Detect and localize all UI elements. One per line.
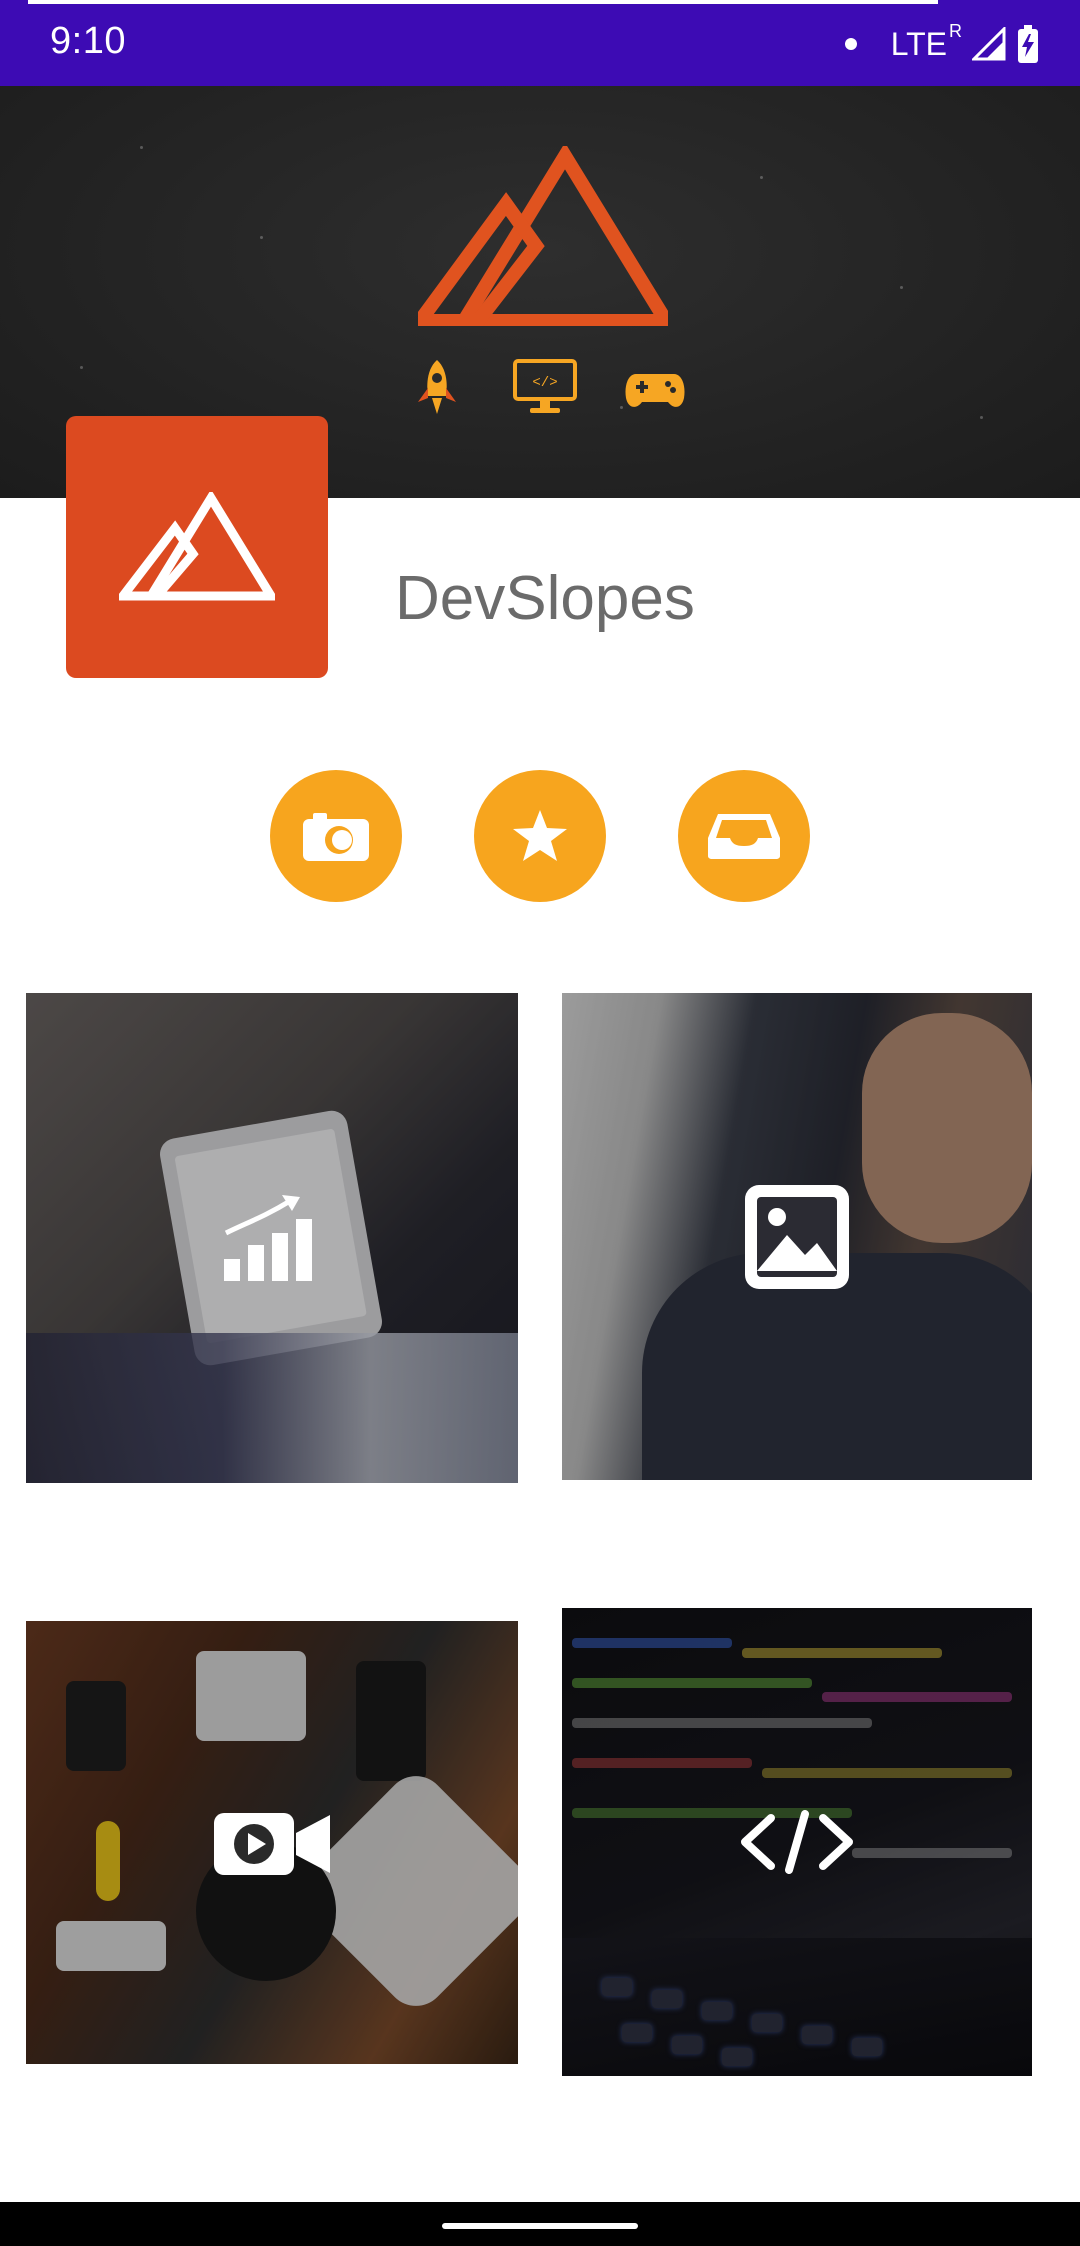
code-monitor-icon: </> <box>513 359 577 413</box>
svg-text:</>: </> <box>532 375 557 391</box>
inbox-icon <box>708 814 780 859</box>
signal-icon <box>972 27 1006 61</box>
camera-icon <box>303 813 369 861</box>
mountain-logo-icon <box>119 492 275 601</box>
video-camera-icon <box>214 1812 330 1875</box>
rocket-icon <box>418 360 456 414</box>
status-icons: LTE R <box>844 21 1040 66</box>
notification-dot-icon <box>844 38 857 50</box>
network-type: LTE <box>890 25 947 62</box>
inbox-button[interactable] <box>678 770 810 902</box>
bar-chart-icon <box>224 1195 312 1281</box>
roaming-indicator: R <box>949 20 962 41</box>
tile-video[interactable] <box>26 1621 518 2064</box>
tile-code[interactable] <box>562 1608 1032 2076</box>
tile-analytics[interactable] <box>26 993 518 1483</box>
network-label: LTE R <box>890 21 962 63</box>
avatar[interactable] <box>66 416 328 678</box>
profile-name: DevSlopes <box>395 564 695 633</box>
home-gesture-handle[interactable] <box>442 2223 638 2229</box>
code-icon <box>741 1810 853 1874</box>
favorite-button[interactable] <box>474 770 606 902</box>
status-time: 9:10 <box>50 20 126 62</box>
battery-charging-icon <box>1018 25 1038 63</box>
tile-gallery[interactable] <box>562 993 1032 1480</box>
image-icon <box>745 1184 849 1289</box>
star-icon <box>513 810 567 861</box>
status-bar: 9:10 LTE R <box>0 0 1080 86</box>
camera-button[interactable] <box>270 770 402 902</box>
mountain-logo-icon <box>418 146 668 326</box>
top-progress-bar <box>28 0 938 4</box>
gamepad-icon <box>625 374 685 407</box>
